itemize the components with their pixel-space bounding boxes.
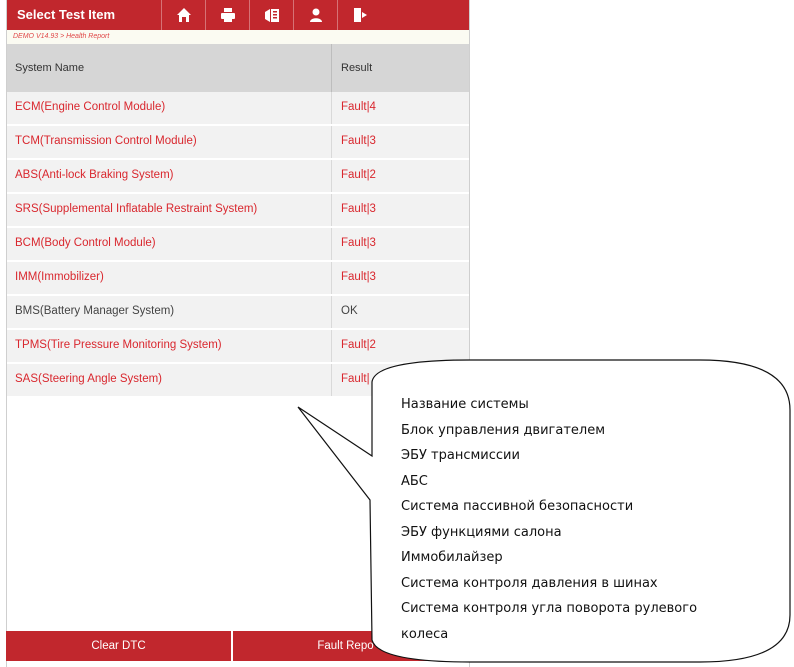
column-divider — [331, 296, 332, 328]
report-icon — [265, 9, 279, 22]
callout-line: Система пассивной безопасности — [401, 499, 634, 514]
home-button[interactable] — [161, 0, 206, 30]
column-header-result: Result — [341, 62, 373, 74]
column-divider — [331, 92, 332, 124]
top-bar: Select Test Item — [7, 0, 469, 30]
health-report-table: System Name Result ECM(Engine Control Mo… — [7, 44, 469, 398]
callout-line: Блок управления двигателем — [401, 422, 606, 438]
result-cell: Fault|2 — [341, 339, 376, 351]
user-button[interactable] — [293, 0, 338, 30]
home-icon — [177, 8, 191, 22]
exit-button[interactable] — [337, 0, 382, 30]
result-cell: Fault|2 — [341, 169, 376, 181]
column-divider — [331, 160, 332, 192]
table-row[interactable]: ECM(Engine Control Module) Fault|4 — [7, 92, 469, 126]
callout-line: Иммобилайзер — [401, 550, 503, 565]
result-cell: OK — [341, 305, 358, 317]
result-cell: Fault|4 — [341, 101, 376, 113]
table-row[interactable]: BCM(Body Control Module) Fault|3 — [7, 228, 469, 262]
system-name-cell: TPMS(Tire Pressure Monitoring System) — [15, 339, 222, 351]
callout-line: Система контроля угла поворота рулевого — [401, 601, 698, 616]
system-name-cell: TCM(Transmission Control Module) — [15, 135, 197, 147]
print-button[interactable] — [205, 0, 250, 30]
table-row[interactable]: BMS(Battery Manager System) OK — [7, 296, 469, 330]
page-title: Select Test Item — [17, 7, 116, 22]
column-divider — [331, 126, 332, 158]
result-cell: Fault|3 — [341, 203, 376, 215]
system-name-cell: SRS(Supplemental Inflatable Restraint Sy… — [15, 203, 258, 215]
callout-line: Название системы — [401, 397, 529, 412]
result-cell: Fault| — [341, 373, 370, 385]
system-name-cell: SAS(Steering Angle System) — [15, 373, 163, 385]
breadcrumb: DEMO V14.93 > Health Report — [7, 30, 469, 44]
result-cell: Fault|3 — [341, 271, 376, 283]
callout-line: колеса — [401, 626, 449, 642]
column-divider — [331, 44, 332, 92]
result-cell: Fault|3 — [341, 135, 376, 147]
system-name-cell: BCM(Body Control Module) — [15, 237, 156, 249]
callout-line: ЭБУ функциями салона — [401, 524, 562, 540]
system-name-cell: ECM(Engine Control Module) — [15, 101, 166, 113]
column-header-system-name: System Name — [15, 62, 85, 74]
print-icon — [221, 8, 235, 22]
result-cell: Fault|3 — [341, 237, 376, 249]
clear-dtc-button[interactable]: Clear DTC — [6, 631, 231, 661]
table-row[interactable]: TPMS(Tire Pressure Monitoring System) Fau… — [7, 330, 469, 364]
column-divider — [331, 262, 332, 294]
column-divider — [331, 364, 332, 396]
column-divider — [331, 194, 332, 226]
table-row[interactable]: SAS(Steering Angle System) Fault| — [7, 364, 469, 398]
bottom-action-bar: Clear DTC Fault Repo — [6, 631, 458, 661]
exit-icon — [354, 8, 367, 22]
system-name-cell: IMM(Immobilizer) — [15, 271, 104, 283]
callout-text: Название системы Блок управления двигате… — [401, 392, 771, 647]
system-name-cell: ABS(Anti-lock Braking System) — [15, 169, 174, 181]
table-row[interactable]: SRS(Supplemental Inflatable Restraint Sy… — [7, 194, 469, 228]
table-row[interactable]: ABS(Anti-lock Braking System) Fault|2 — [7, 160, 469, 194]
column-divider — [331, 330, 332, 362]
system-name-cell: BMS(Battery Manager System) — [15, 305, 175, 317]
table-row[interactable]: IMM(Immobilizer) Fault|3 — [7, 262, 469, 296]
callout-line: Система контроля давления в шинах — [401, 575, 658, 591]
column-divider — [331, 228, 332, 260]
user-icon — [310, 8, 322, 22]
table-header: System Name Result — [7, 44, 469, 92]
report-button[interactable] — [249, 0, 294, 30]
table-row[interactable]: TCM(Transmission Control Module) Fault|3 — [7, 126, 469, 160]
callout-line: АБС — [401, 473, 428, 489]
callout-line: ЭБУ трансмиссии — [401, 448, 520, 463]
